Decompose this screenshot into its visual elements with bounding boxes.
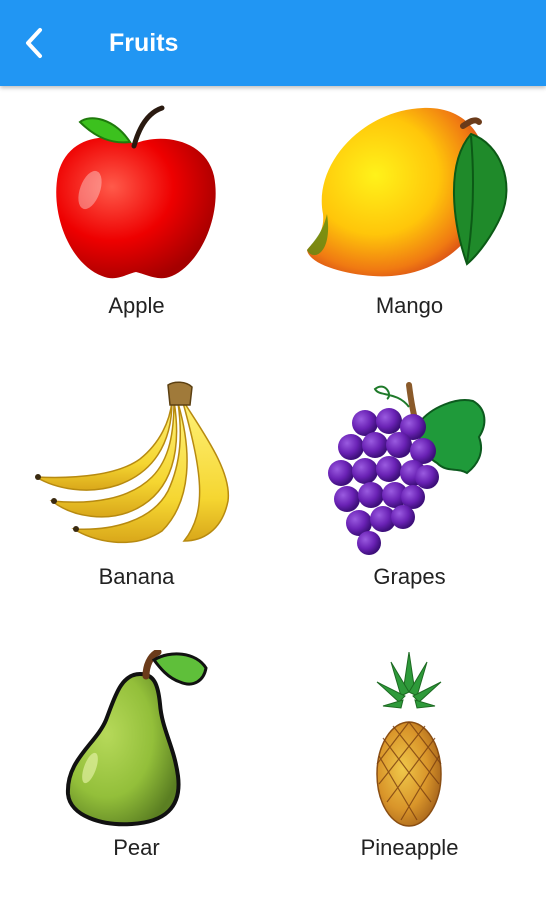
page-title: Fruits	[109, 29, 179, 57]
fruit-label: Mango	[375, 293, 444, 318]
fruit-tile-apple[interactable]: Apple	[0, 86, 273, 357]
fruit-tile-mango[interactable]: Mango	[273, 86, 546, 357]
fruit-tile-pineapple[interactable]: Pineapple	[273, 628, 546, 899]
fruit-tile-pear[interactable]: Pear	[0, 628, 273, 899]
app-bar: Fruits	[0, 0, 546, 86]
pineapple-icon	[376, 652, 442, 827]
fruit-label: Apple	[108, 293, 165, 318]
fruit-label: Grapes	[373, 564, 446, 589]
fruit-tile-grapes[interactable]: Grapes	[273, 357, 546, 628]
pear-icon	[65, 650, 208, 827]
grapes-icon	[328, 382, 486, 555]
fruit-label: Pear	[113, 835, 160, 860]
fruit-tile-banana[interactable]: Banana	[0, 357, 273, 628]
apple-icon	[56, 105, 216, 279]
fruit-label: Banana	[98, 564, 175, 589]
chevron-left-icon	[26, 28, 42, 58]
banana-icon	[35, 381, 230, 544]
fruit-label: Pineapple	[360, 835, 459, 860]
mango-icon	[307, 107, 508, 277]
back-button[interactable]	[14, 23, 54, 63]
